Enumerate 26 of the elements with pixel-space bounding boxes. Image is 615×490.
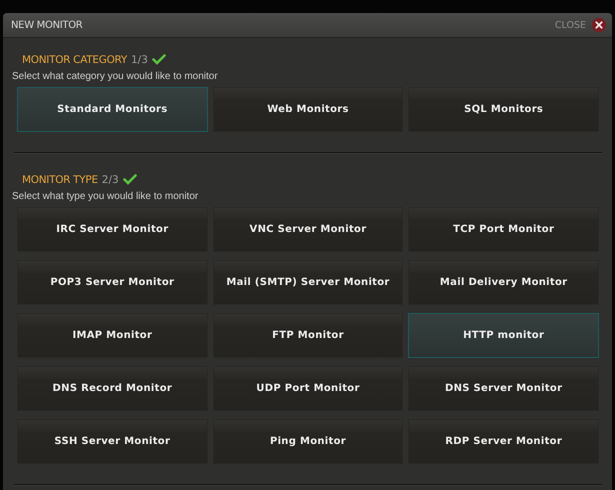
- section-title: MONITOR CATEGORY: [22, 54, 127, 66]
- option-button[interactable]: IRC Server Monitor: [17, 207, 208, 252]
- option-button[interactable]: VNC Server Monitor: [212, 207, 404, 252]
- step-counter: 2/3: [102, 174, 119, 186]
- option-button[interactable]: FTP Monitor: [212, 313, 404, 358]
- option-button[interactable]: HTTP monitor: [408, 313, 599, 358]
- option-button[interactable]: SSH Server Monitor: [17, 419, 208, 464]
- option-button[interactable]: SQL Monitors: [408, 87, 599, 132]
- close-icon: [592, 18, 606, 32]
- step-counter: 1/3: [130, 54, 148, 66]
- window-title: NEW MONITOR: [11, 20, 82, 30]
- option-button[interactable]: Mail (SMTP) Server Monitor: [212, 260, 404, 305]
- option-button[interactable]: Web Monitors: [212, 87, 404, 132]
- option-button[interactable]: DNS Record Monitor: [17, 366, 208, 411]
- option-button[interactable]: Ping Monitor: [212, 419, 404, 464]
- option-button[interactable]: UDP Port Monitor: [212, 366, 404, 411]
- option-button[interactable]: IMAP Monitor: [17, 313, 208, 358]
- section-prompt: Select what type you would like to monitor: [12, 191, 200, 202]
- option-button[interactable]: Standard Monitors: [17, 87, 208, 132]
- section-prompt: Select what category you would like to monitor: [12, 71, 219, 82]
- section-title: MONITOR TYPE: [22, 174, 98, 186]
- option-button[interactable]: TCP Port Monitor: [408, 207, 599, 252]
- option-button[interactable]: Mail Delivery Monitor: [408, 260, 599, 305]
- option-button[interactable]: POP3 Server Monitor: [17, 260, 208, 305]
- option-button[interactable]: DNS Server Monitor: [408, 366, 599, 411]
- option-button[interactable]: RDP Server Monitor: [408, 419, 599, 464]
